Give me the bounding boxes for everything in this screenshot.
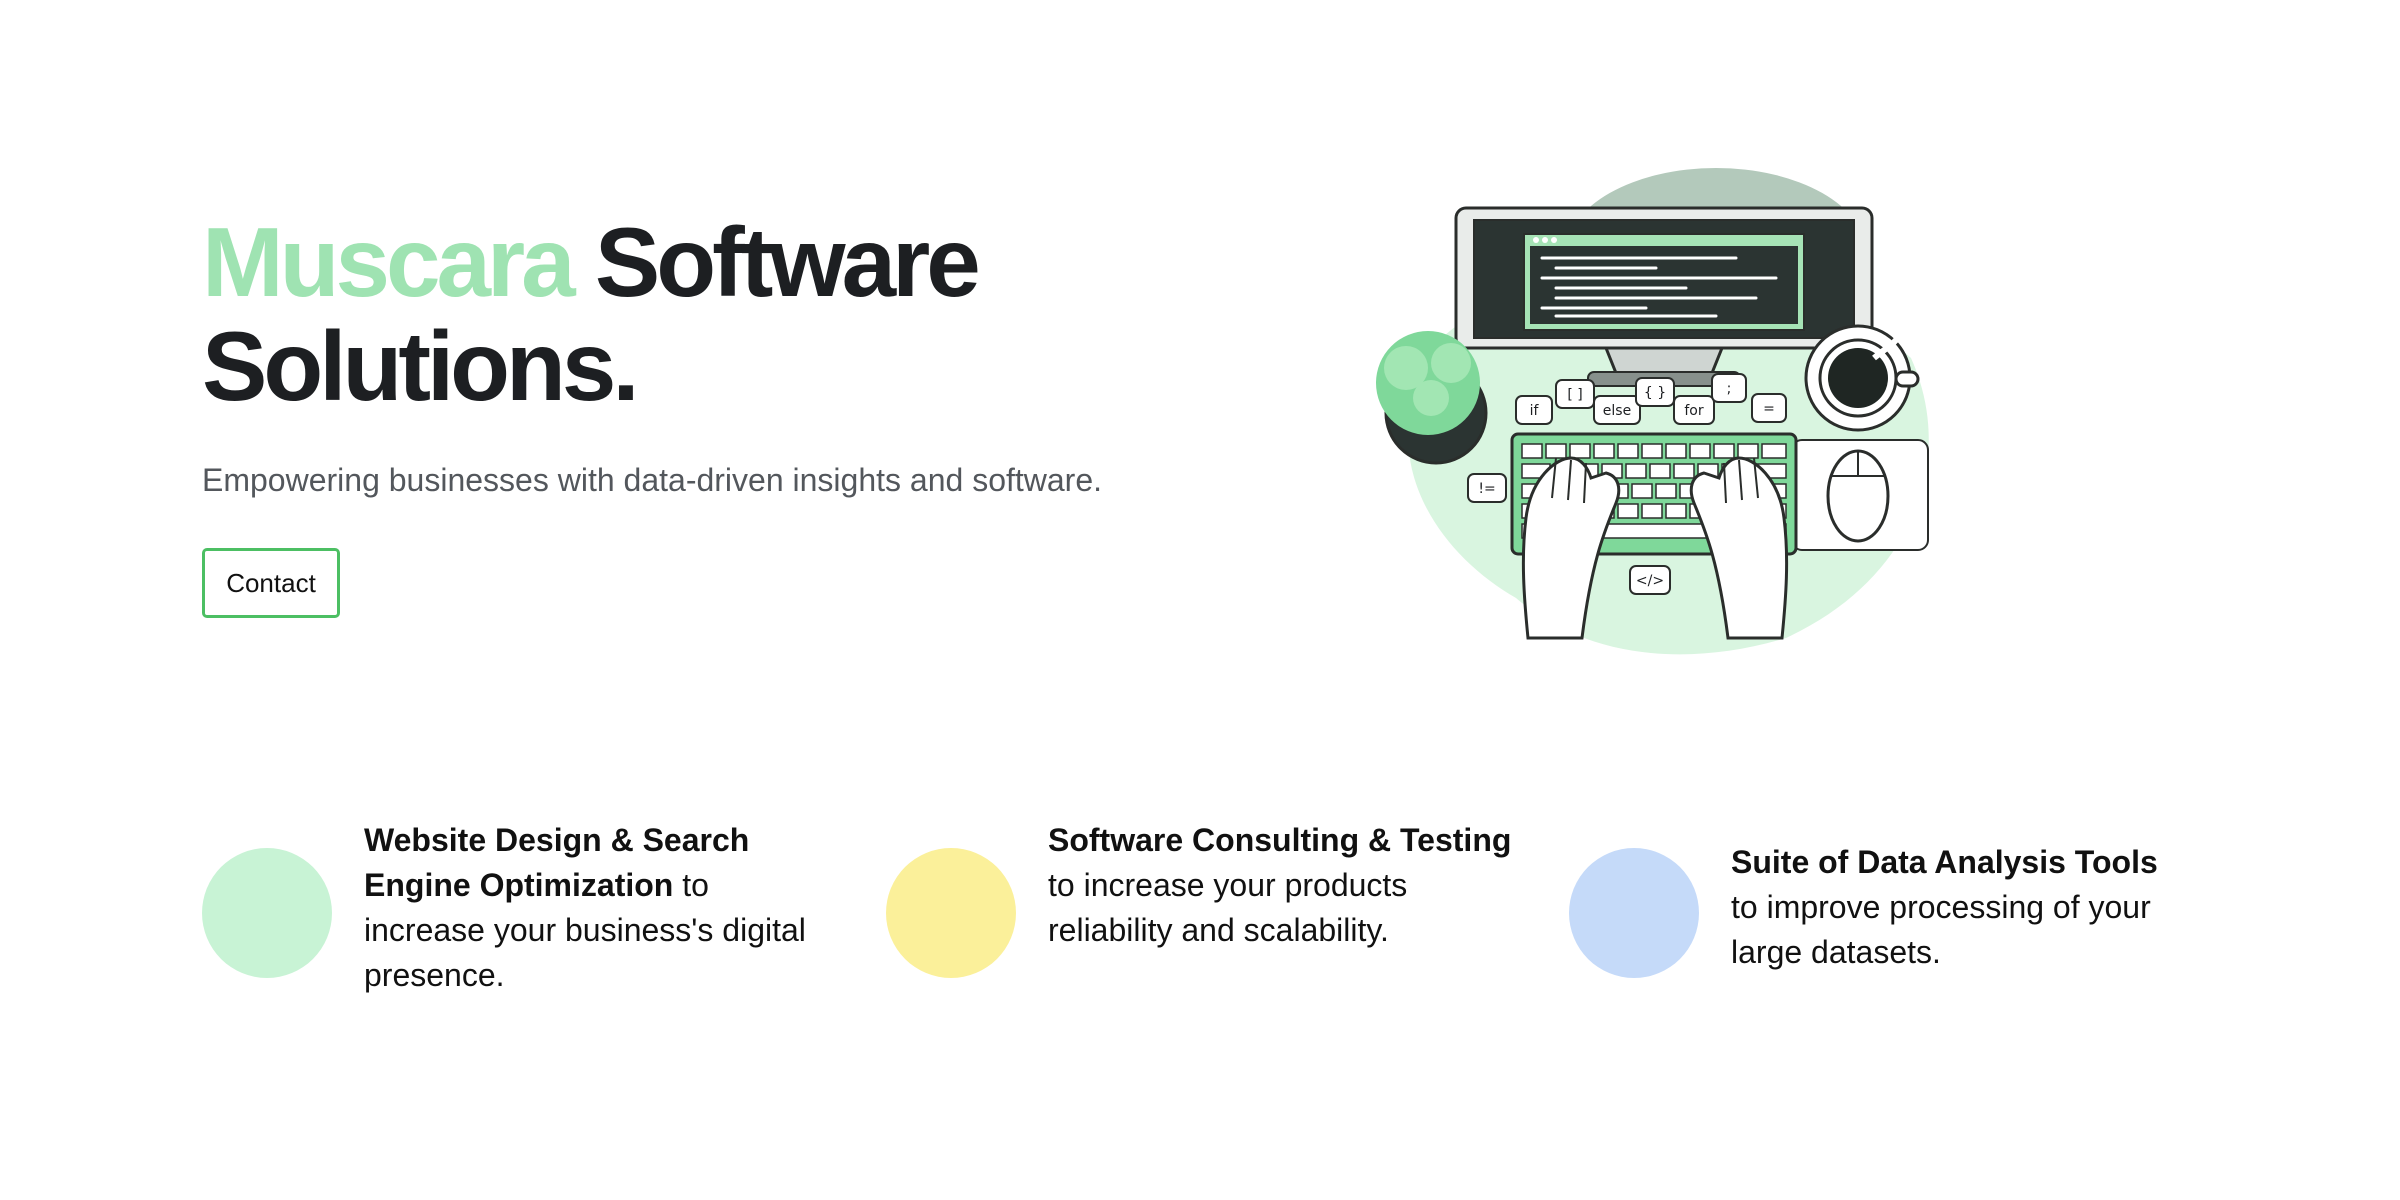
code-token-brackets: [ ] (1567, 387, 1582, 403)
page-title: Muscara Software Solutions. (202, 210, 1202, 418)
code-token-semicolon: ; (1727, 381, 1732, 397)
code-token-not-equal: != (1478, 481, 1495, 497)
feature-circle-icon (202, 848, 332, 978)
code-token-html-tag: </> (1636, 573, 1664, 589)
code-token-else: else (1603, 403, 1631, 419)
feature-software-consulting: Software Consulting & Testing to increas… (886, 818, 1526, 1018)
code-token-if: if (1530, 403, 1540, 419)
developer-desk-illustration: if [ ] else { } for ; = != </> (1376, 168, 1929, 655)
feature-description: to improve processing of your large data… (1731, 889, 2151, 970)
code-token-for: for (1684, 403, 1703, 419)
hero-section: Muscara Software Solutions. Empowering b… (202, 210, 1202, 618)
title-word-software: Software (594, 207, 981, 317)
feature-data-analysis: Suite of Data Analysis Tools to improve p… (1569, 818, 2209, 1018)
feature-text: Software Consulting & Testing to increas… (1048, 818, 1518, 953)
code-token-braces: { } (1644, 385, 1666, 401)
code-token-equals: = (1763, 401, 1775, 417)
feature-circle-icon (886, 848, 1016, 978)
features-section: Website Design & Search Engine Optimizat… (202, 818, 2202, 1018)
hero-illustration: if [ ] else { } for ; = != </> (1356, 158, 1956, 658)
feature-text: Suite of Data Analysis Tools to improve p… (1731, 840, 2201, 975)
feature-text: Website Design & Search Engine Optimizat… (364, 818, 834, 998)
contact-button[interactable]: Contact (202, 548, 340, 618)
feature-title: Suite of Data Analysis Tools (1731, 844, 2158, 880)
feature-description: to increase your products reliability an… (1048, 867, 1408, 948)
feature-title: Software Consulting & Testing (1048, 822, 1512, 858)
title-word-solutions: Solutions. (202, 311, 640, 421)
hero-tagline: Empowering businesses with data-driven i… (202, 462, 1103, 498)
feature-circle-icon (1569, 848, 1699, 978)
brand-name: Muscara (202, 207, 576, 317)
feature-website-design: Website Design & Search Engine Optimizat… (202, 818, 842, 1018)
